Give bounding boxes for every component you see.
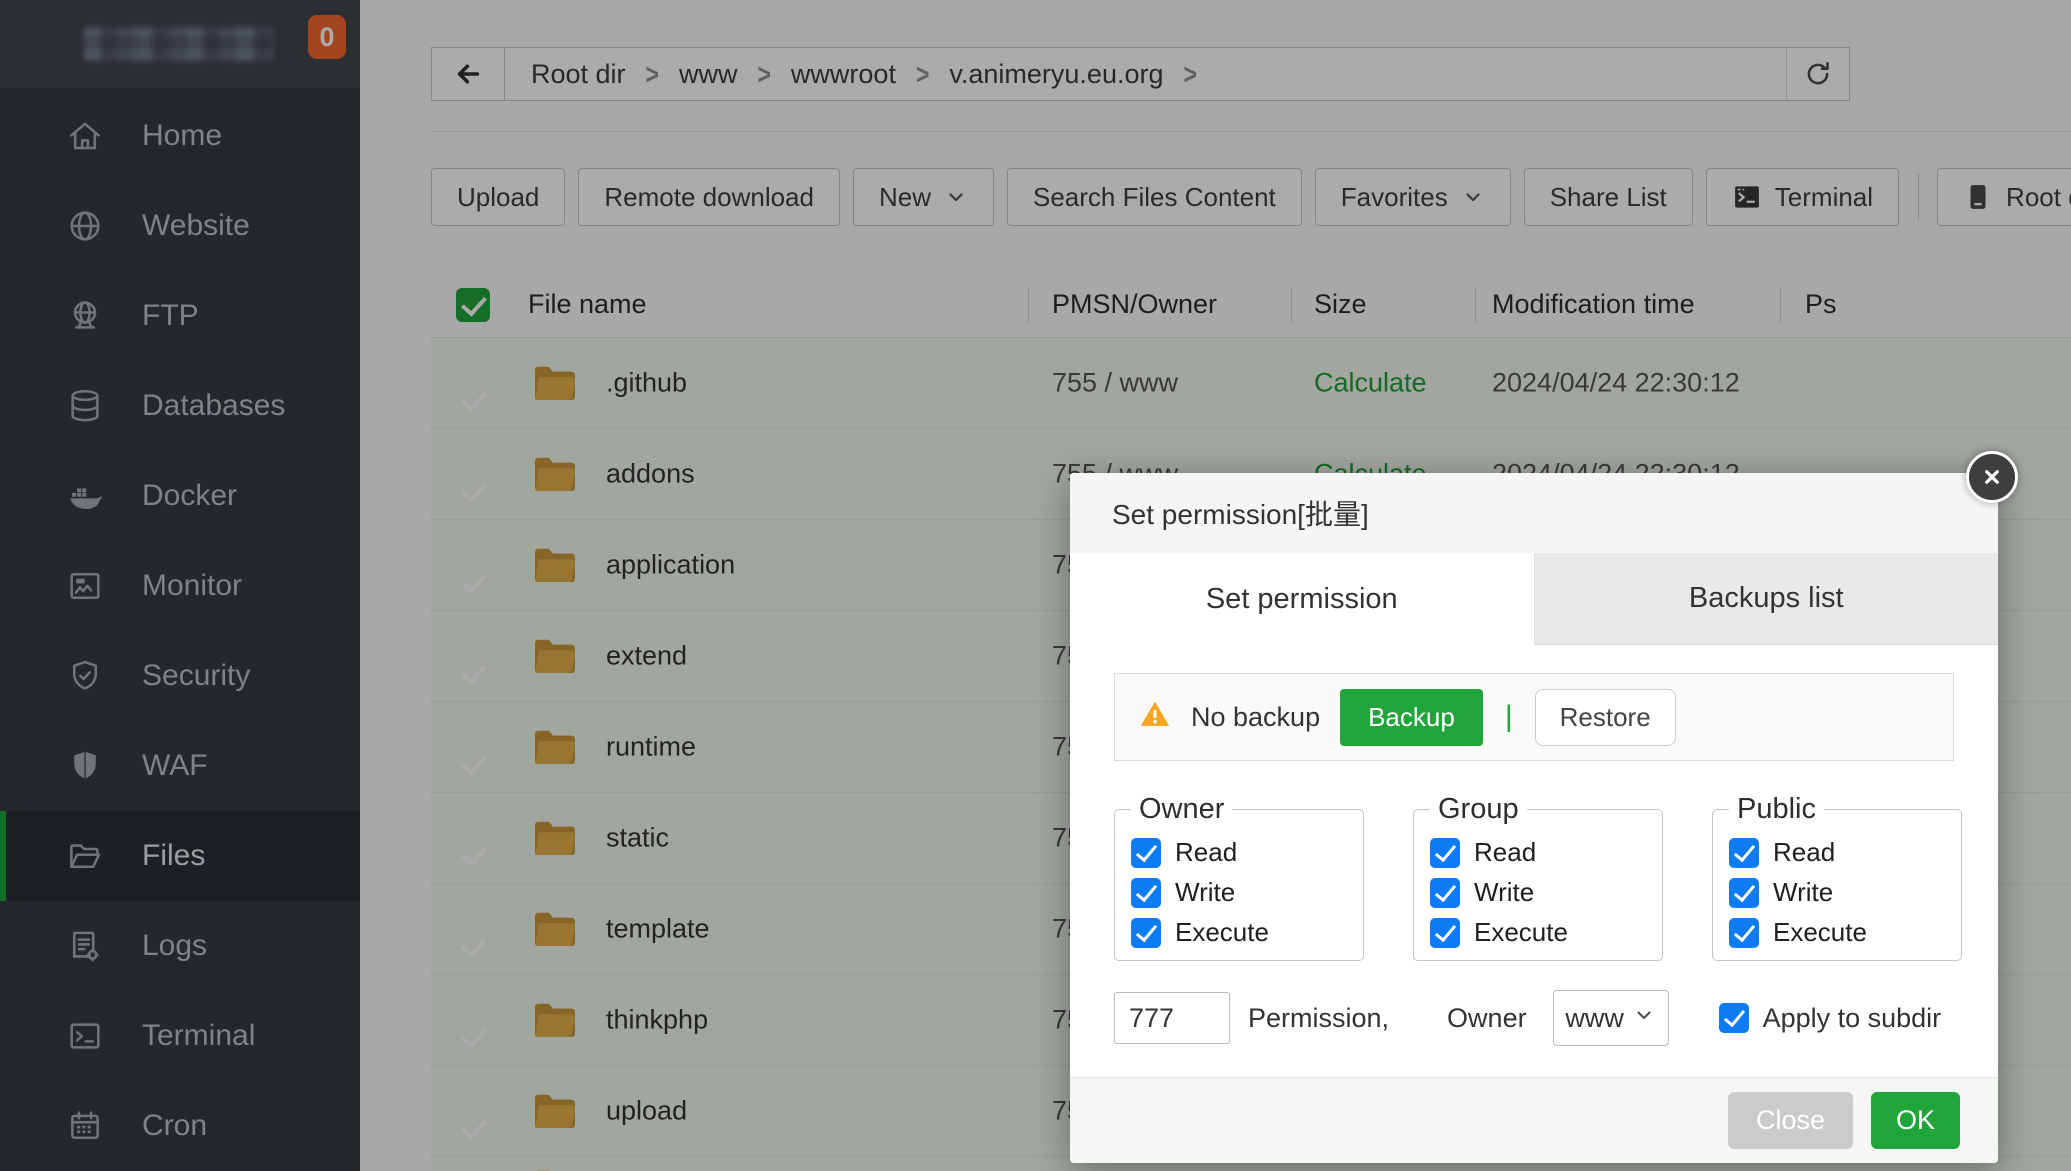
owner-select-value: www [1565, 1003, 1624, 1034]
warning-icon [1139, 698, 1171, 737]
group-write-checkbox[interactable] [1430, 878, 1460, 908]
option-label: Execute [1773, 917, 1867, 948]
dialog-body: No backup Backup | Restore Owner Read Writ… [1070, 645, 1998, 1077]
chevron-down-icon [1632, 1003, 1656, 1034]
owner-read-option: Read [1131, 837, 1363, 868]
tab-set-permission[interactable]: Set permission [1070, 553, 1534, 645]
owner-execute-checkbox[interactable] [1131, 918, 1161, 948]
restore-button[interactable]: Restore [1535, 689, 1676, 746]
option-label: Write [1773, 877, 1833, 908]
public-write-option: Write [1729, 877, 1961, 908]
group-execute-option: Execute [1430, 917, 1662, 948]
chevron-down-icon [1632, 1003, 1656, 1027]
group-read-option: Read [1430, 837, 1662, 868]
ok-button[interactable]: OK [1871, 1092, 1960, 1149]
backup-status: No backup [1191, 702, 1320, 733]
owner-execute-option: Execute [1131, 917, 1363, 948]
dialog-tabs: Set permission Backups list [1070, 553, 1998, 645]
dialog-footer: Close OK [1070, 1077, 1998, 1163]
close-icon [1978, 463, 2006, 491]
owner-read-checkbox[interactable] [1131, 838, 1161, 868]
permission-group-group: Group Read Write Execute [1413, 793, 1663, 961]
public-execute-checkbox[interactable] [1729, 918, 1759, 948]
permission-input[interactable] [1114, 992, 1230, 1044]
tab-backups-list[interactable]: Backups list [1534, 553, 1999, 645]
app-root: 0 HomeWebsiteFTPDatabasesDockerMonitorSe… [0, 0, 2071, 1171]
option-label: Execute [1175, 917, 1269, 948]
option-label: Read [1474, 837, 1536, 868]
cancel-button[interactable]: Close [1728, 1092, 1853, 1149]
group-write-option: Write [1430, 877, 1662, 908]
option-label: Execute [1474, 917, 1568, 948]
set-permission-dialog: Set permission[批量] Set permission Backup… [1070, 473, 1998, 1163]
permission-form-row: Permission, Owner www Apply to subdir [1114, 990, 1941, 1046]
owner-select[interactable]: www [1553, 990, 1669, 1046]
close-icon[interactable] [1966, 451, 2018, 503]
public-read-checkbox[interactable] [1729, 838, 1759, 868]
permission-group-legend: Public [1729, 793, 1824, 826]
permission-label: Permission, [1248, 1003, 1389, 1034]
backup-separator: | [1505, 700, 1513, 734]
group-execute-checkbox[interactable] [1430, 918, 1460, 948]
public-read-option: Read [1729, 837, 1961, 868]
option-label: Write [1474, 877, 1534, 908]
permission-group-legend: Owner [1131, 793, 1232, 826]
warning-icon [1139, 698, 1171, 730]
owner-write-checkbox[interactable] [1131, 878, 1161, 908]
option-label: Write [1175, 877, 1235, 908]
backup-box: No backup Backup | Restore [1114, 673, 1954, 761]
apply-to-subdir-label: Apply to subdir [1763, 1003, 1942, 1034]
public-write-checkbox[interactable] [1729, 878, 1759, 908]
apply-to-subdir-checkbox[interactable] [1719, 1003, 1749, 1033]
public-execute-option: Execute [1729, 917, 1961, 948]
dialog-title: Set permission[批量] [1070, 473, 1998, 553]
permission-groups: Owner Read Write Execute Group Read Write Execu… [1114, 793, 1962, 961]
option-label: Read [1175, 837, 1237, 868]
owner-write-option: Write [1131, 877, 1363, 908]
owner-label: Owner [1447, 1003, 1527, 1034]
backup-button[interactable]: Backup [1340, 689, 1483, 746]
permission-group-public: Public Read Write Execute [1712, 793, 1962, 961]
permission-group-legend: Group [1430, 793, 1527, 826]
group-read-checkbox[interactable] [1430, 838, 1460, 868]
permission-group-owner: Owner Read Write Execute [1114, 793, 1364, 961]
option-label: Read [1773, 837, 1835, 868]
